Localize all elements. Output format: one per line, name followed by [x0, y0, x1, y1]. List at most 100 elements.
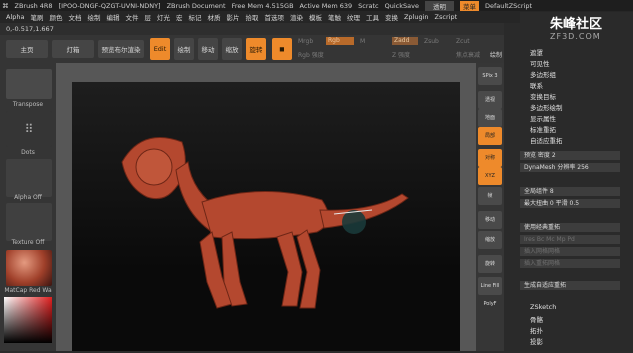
alpha-slot[interactable] [6, 159, 52, 197]
panel-item[interactable]: 变换目标 [530, 91, 556, 101]
zcut-toggle[interactable]: Zcut [456, 38, 470, 45]
panel-item[interactable]: 联系 [530, 80, 543, 90]
dots-stroke-icon[interactable]: ⠿ [6, 111, 52, 147]
watermark: 朱峰社区 ZF3D.COM [520, 12, 633, 42]
right-shelf-button[interactable]: 旋转 [478, 255, 502, 273]
geometry-panel: 遮罩 可见性 多边形组 联系 变换目标 多边形绘制 显示属性 标准重拓 自适应重拓预览 密度 2… [504, 23, 633, 351]
focal-shift-slider[interactable]: 焦点衰减 [456, 50, 480, 59]
home-button[interactable]: 主页 [6, 40, 48, 58]
panel-row[interactable]: 使用经典重拓 [520, 223, 620, 232]
menu-item[interactable]: 标记 [188, 12, 201, 22]
zadd-toggle[interactable]: Zadd [392, 37, 418, 45]
menu-item[interactable]: Alpha [6, 13, 24, 21]
panel-section[interactable]: ZSketch [530, 303, 556, 311]
dog-model[interactable] [72, 82, 460, 351]
menu-item[interactable]: 首选项 [264, 12, 284, 22]
panel-item[interactable]: 显示属性 [530, 113, 556, 123]
m-toggle[interactable]: M [360, 38, 365, 45]
transpose-label: Transpose [12, 101, 44, 108]
color-picker[interactable] [4, 297, 52, 343]
script-name: DefaultZScript [484, 1, 533, 10]
panel-row[interactable]: 最大扭曲 0 平滑 0.5 [520, 199, 620, 208]
move-button[interactable]: 移动 [198, 38, 218, 60]
edit-label: Edit [153, 45, 167, 53]
menu-item[interactable]: 影片 [226, 12, 239, 22]
left-shelf: Transpose ⠿ Dots Alpha Off Texture Off M… [0, 63, 56, 351]
menu-item[interactable]: 宏 [176, 12, 183, 22]
menu-item[interactable]: 绘制 [87, 12, 100, 22]
right-shelf-button[interactable]: 局部 [478, 127, 502, 145]
zsub-toggle[interactable]: Zsub [424, 38, 439, 45]
menu-item[interactable]: 层 [144, 12, 151, 22]
panel-section[interactable]: 骨骼 [530, 314, 543, 324]
right-shelf-button[interactable]: 移动 [478, 211, 502, 229]
title-bar: ⌘ ZBrush 4R8 [IPOO-DNGF-QZGT-UVNI-NDNY] … [0, 0, 633, 11]
right-shelf-button[interactable]: 帧 [478, 187, 502, 205]
menu-item[interactable]: 笔刷 [30, 12, 43, 22]
right-shelf-button[interactable]: 对称 [478, 149, 502, 167]
scale-button[interactable]: 缩放 [222, 38, 242, 60]
z-strength-slider[interactable]: Z 强度 [392, 50, 410, 59]
panel-item[interactable]: 遮罩 [530, 47, 543, 57]
texture-slot[interactable] [6, 203, 52, 241]
quicksave-button[interactable]: QuickSave [385, 2, 419, 10]
app-name: ZBrush 4R8 [14, 1, 53, 10]
matcap-label: MatCap Red Wa [4, 287, 52, 294]
draw-size-slider[interactable]: 绘制 [490, 50, 502, 59]
panel-item[interactable]: 多边形绘制 [530, 102, 563, 112]
menu-item[interactable]: 颜色 [49, 12, 62, 22]
transparency-slider[interactable]: 透明 [424, 0, 454, 11]
mrgb-toggle[interactable]: Mrgb [298, 38, 313, 45]
menu-item[interactable]: 灯光 [157, 12, 170, 22]
menu-item[interactable]: 笔触 [328, 12, 341, 22]
menu-item[interactable]: 材质 [207, 12, 220, 22]
matcap-material-icon[interactable] [6, 250, 52, 286]
menu-item[interactable]: 纹理 [347, 12, 360, 22]
right-shelf-button[interactable]: 透视 [478, 91, 502, 109]
panel-row[interactable]: 插入重拓网格 [520, 259, 620, 268]
menus-button[interactable]: 菜单 [459, 0, 479, 11]
menu-item[interactable]: 变换 [385, 12, 398, 22]
transpose-handle-icon[interactable] [342, 210, 366, 234]
right-shelf-button[interactable]: 地面 [478, 109, 502, 127]
panel-row[interactable]: Ires Bc Mc Mp Pd [520, 235, 620, 244]
rotate-button[interactable]: 旋转 [246, 38, 266, 60]
rgb-strength-slider[interactable]: Rgb 强度 [298, 50, 324, 59]
panel-item[interactable]: 可见性 [530, 58, 550, 68]
panel-item[interactable]: 标准重拓 [530, 124, 556, 134]
panel-row[interactable]: 生成自适应重拓 [520, 281, 620, 290]
panel-row[interactable]: 插入网格网格 [520, 247, 620, 256]
right-shelf-button[interactable]: Line Fill PolyF [478, 277, 502, 307]
right-shelf: SPix 3 透视 地面 局部对称 XYZ 帧移动缩放旋转 Line Fill PolyF [476, 63, 504, 351]
right-shelf-button[interactable]: SPix 3 [478, 67, 502, 85]
color-swatch-icon[interactable]: ◼ [272, 38, 292, 60]
panel-row[interactable]: 全局组件 8 [520, 187, 620, 196]
panel-row[interactable]: 预览 密度 2 [520, 151, 620, 160]
draw-button[interactable]: 绘制 [174, 38, 194, 60]
rgb-toggle[interactable]: Rgb [326, 37, 354, 45]
edit-button[interactable]: Edit [150, 38, 170, 60]
right-shelf-button[interactable]: XYZ [478, 167, 502, 185]
panel-item[interactable]: 多边形组 [530, 69, 556, 79]
lightbox-button[interactable]: 灯箱 [52, 40, 94, 58]
panel-row[interactable]: DynaMesh 分辨率 256 [520, 163, 620, 172]
watermark-url: ZF3D.COM [550, 32, 601, 41]
free-mem: Free Mem 4.515GB [231, 1, 294, 10]
panel-section[interactable]: 拓扑 [530, 325, 543, 335]
transpose-icon[interactable] [6, 69, 52, 99]
menu-item[interactable]: Zplugin [404, 13, 429, 21]
menu-item[interactable]: 工具 [366, 12, 379, 22]
alpha-off-label: Alpha Off [14, 194, 42, 201]
panel-item[interactable]: 自适应重拓 [530, 135, 563, 145]
menu-item[interactable]: 拾取 [245, 12, 258, 22]
menu-item[interactable]: 编辑 [106, 12, 119, 22]
menu-item[interactable]: Zscript [435, 13, 458, 21]
menu-item[interactable]: 文件 [125, 12, 138, 22]
bpr-preview-button[interactable]: 预览布尔渲染 [98, 40, 144, 58]
menu-item[interactable]: 模板 [309, 12, 322, 22]
document-canvas[interactable] [72, 82, 460, 351]
right-shelf-button[interactable]: 缩放 [478, 231, 502, 249]
panel-section[interactable]: 投影 [530, 336, 543, 346]
menu-item[interactable]: 文档 [68, 12, 81, 22]
menu-item[interactable]: 渲染 [290, 12, 303, 22]
